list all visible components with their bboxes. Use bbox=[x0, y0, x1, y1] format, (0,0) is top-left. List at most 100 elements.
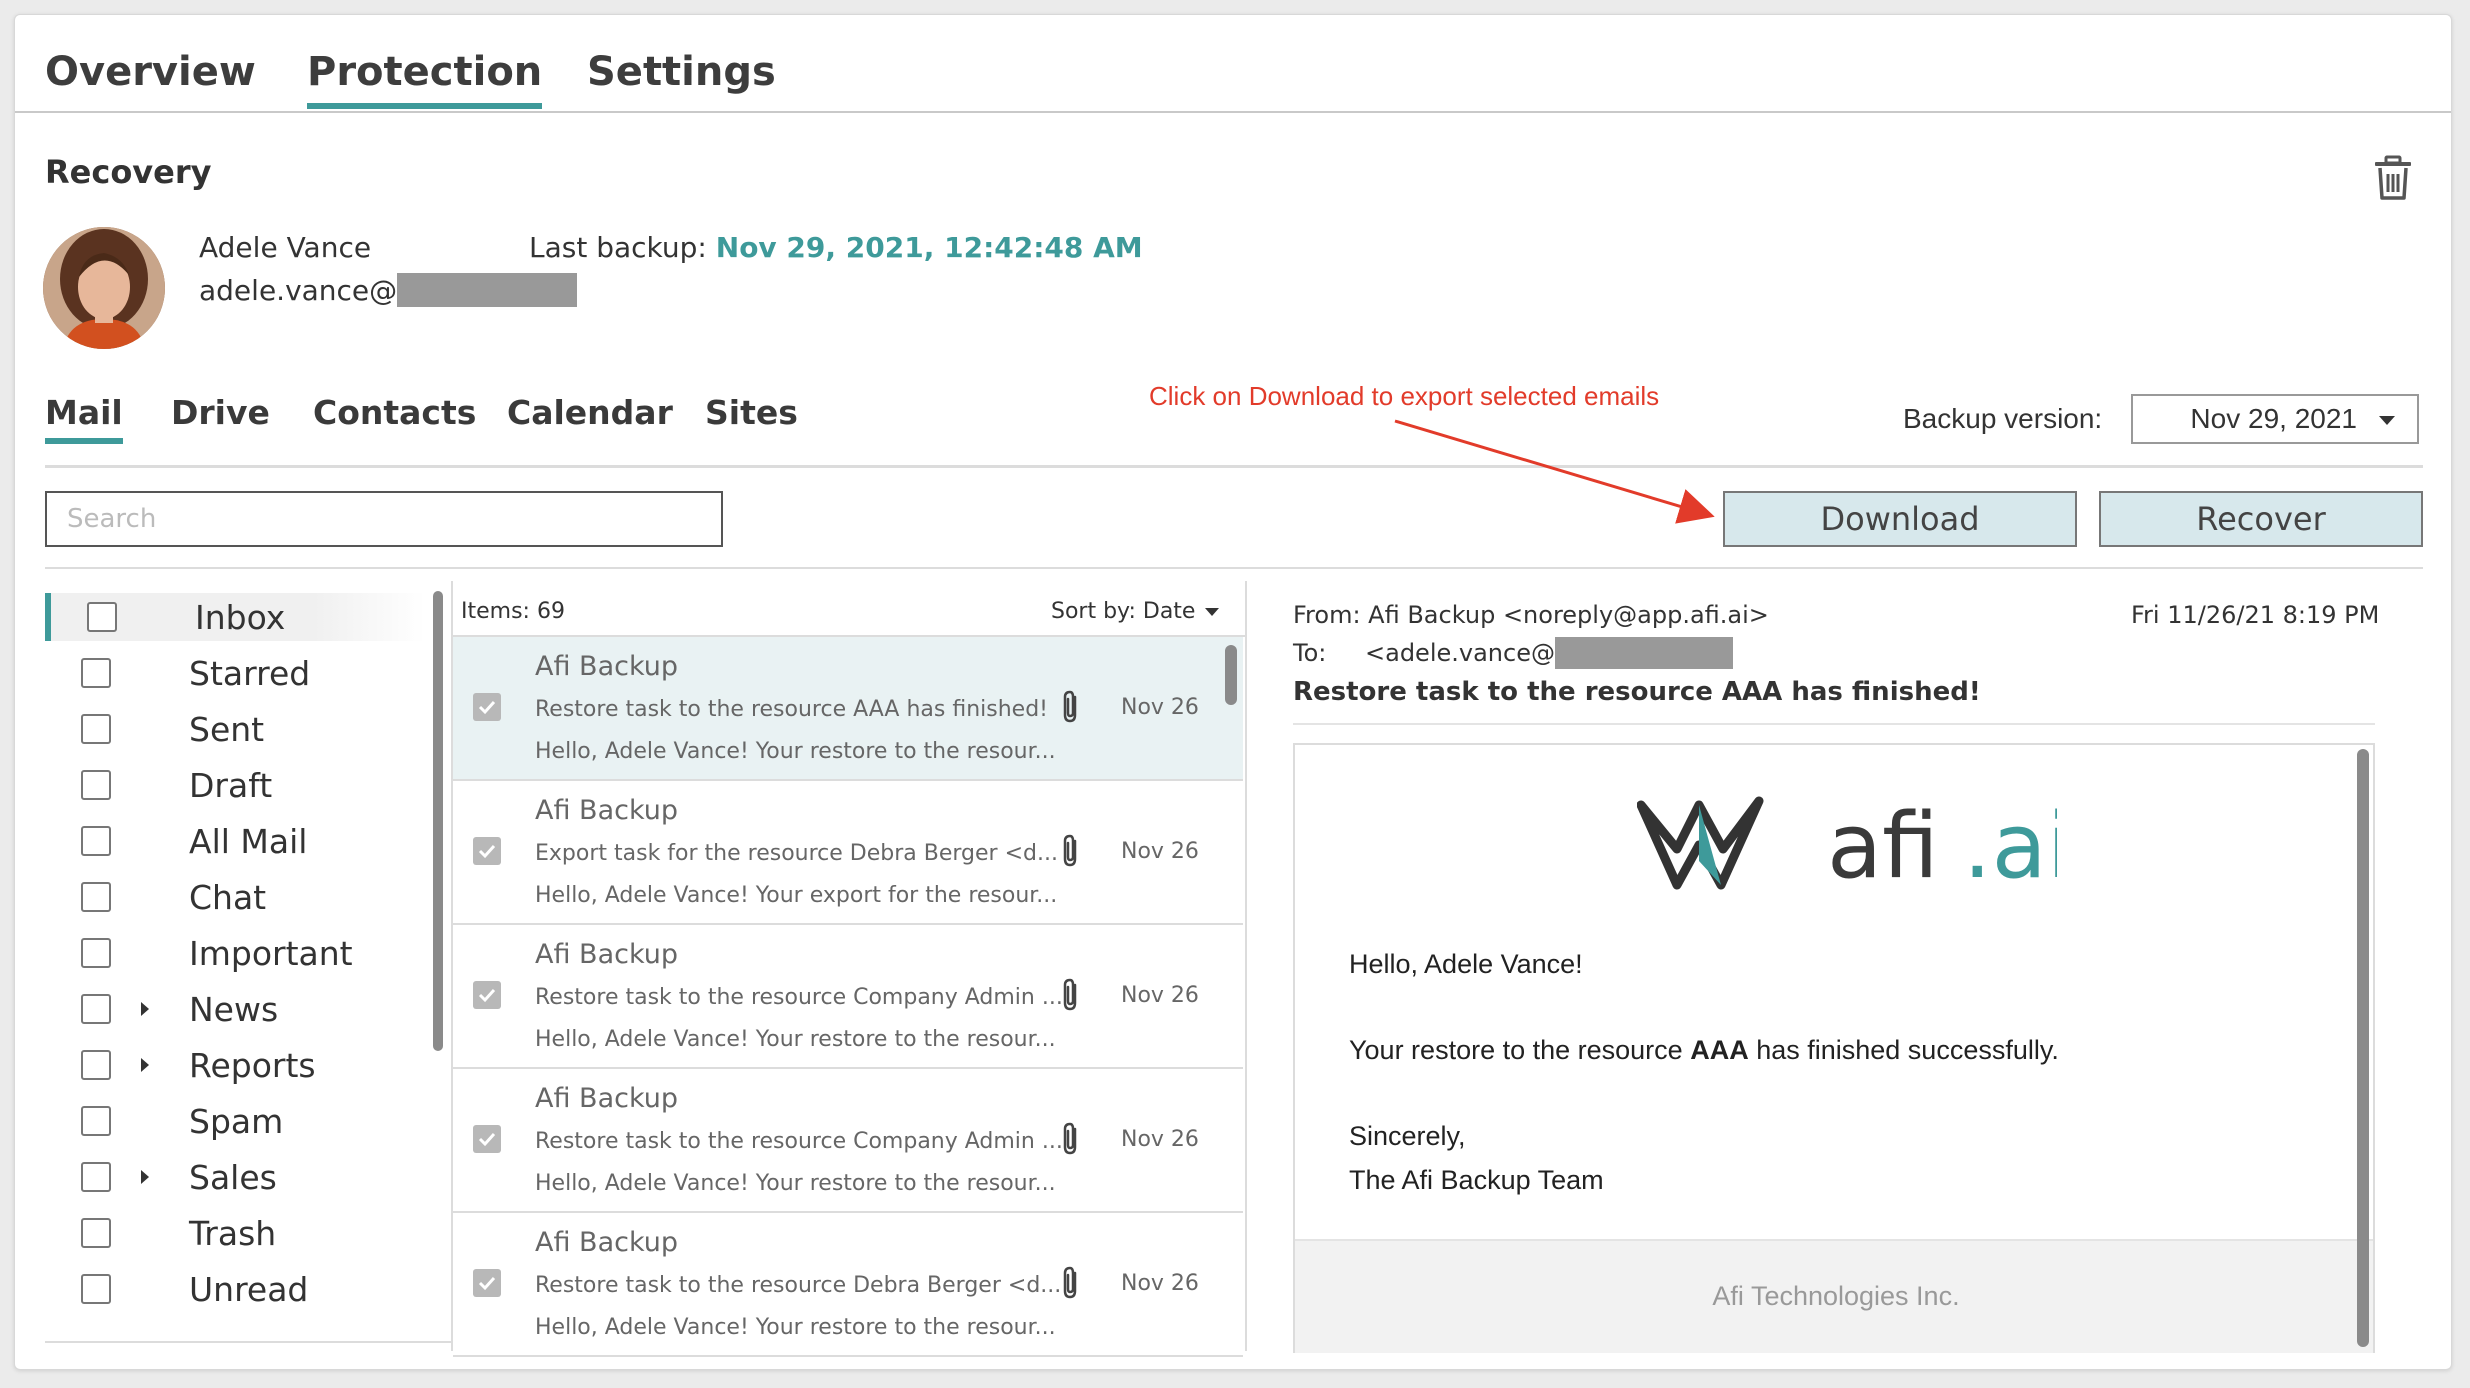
folder-label: All Mail bbox=[189, 821, 308, 861]
check-icon bbox=[478, 844, 496, 859]
folder-label: Reports bbox=[189, 1045, 316, 1085]
email-text-post: has finished successfully. bbox=[1748, 1035, 2059, 1065]
folder-label: Unread bbox=[189, 1269, 309, 1309]
paperclip-icon bbox=[1063, 690, 1077, 723]
backup-version-label: Backup version: bbox=[1903, 403, 2103, 434]
folder-item-sent[interactable]: Sent bbox=[45, 705, 425, 753]
subtab-contacts[interactable]: Contacts bbox=[313, 393, 476, 432]
folder-checkbox[interactable] bbox=[81, 714, 111, 744]
message-preview: Hello, Adele Vance! Your restore to the … bbox=[535, 739, 1056, 764]
folder-checkbox[interactable] bbox=[81, 1218, 111, 1248]
message-checkbox[interactable] bbox=[473, 981, 501, 1009]
folder-checkbox[interactable] bbox=[87, 602, 117, 632]
folder-label: Sent bbox=[189, 709, 265, 749]
sort-dropdown[interactable]: Sort by: Date bbox=[1051, 599, 1220, 624]
folder-item-chat[interactable]: Chat bbox=[45, 873, 425, 921]
message-date: Nov 26 bbox=[1121, 839, 1199, 864]
folder-item-all-mail[interactable]: All Mail bbox=[45, 817, 425, 865]
paperclip-icon bbox=[1063, 1266, 1077, 1299]
tab-protection[interactable]: Protection bbox=[307, 49, 543, 109]
folder-checkbox[interactable] bbox=[81, 1050, 111, 1080]
message-preview: Hello, Adele Vance! Your restore to the … bbox=[535, 1027, 1056, 1052]
folder-checkbox[interactable] bbox=[81, 938, 111, 968]
backup-version-select[interactable]: Nov 29, 2021 bbox=[2131, 394, 2419, 444]
download-button[interactable]: Download bbox=[1723, 491, 2077, 547]
preview-scrollbar[interactable] bbox=[2357, 749, 2369, 1347]
message-row[interactable]: Afi Backup Restore task to the resource D… bbox=[453, 1213, 1243, 1357]
folder-item-trash[interactable]: Trash bbox=[45, 1209, 425, 1257]
tab-settings[interactable]: Settings bbox=[587, 49, 776, 95]
preview-date: Fri 11/26/21 8:19 PM bbox=[2131, 601, 2380, 629]
folder-checkbox[interactable] bbox=[81, 826, 111, 856]
user-name: Adele Vance bbox=[199, 231, 372, 264]
message-date: Nov 26 bbox=[1121, 695, 1199, 720]
folder-scrollbar[interactable] bbox=[433, 591, 443, 1051]
afi-logo: afi .ai bbox=[1637, 794, 2057, 895]
folder-item-unread[interactable]: Unread bbox=[45, 1265, 425, 1313]
subtab-drive[interactable]: Drive bbox=[171, 393, 270, 432]
message-checkbox[interactable] bbox=[473, 693, 501, 721]
folder-item-inbox[interactable]: Inbox bbox=[45, 593, 425, 641]
sort-label: Sort by: Date bbox=[1051, 599, 1196, 624]
message-row[interactable]: Afi Backup Restore task to the resource C… bbox=[453, 1069, 1243, 1213]
preview-to: To: <adele.vance@ bbox=[1293, 637, 1733, 669]
subtab-sites[interactable]: Sites bbox=[705, 393, 798, 432]
search-input[interactable] bbox=[45, 491, 723, 547]
recover-button[interactable]: Recover bbox=[2099, 491, 2423, 547]
subtab-mail[interactable]: Mail bbox=[45, 393, 123, 444]
message-subject: Restore task to the resource Company Adm… bbox=[535, 1129, 1063, 1154]
message-checkbox[interactable] bbox=[473, 1125, 501, 1153]
folder-checkbox[interactable] bbox=[81, 1106, 111, 1136]
folder-item-reports[interactable]: Reports bbox=[45, 1041, 425, 1089]
svg-text:afi: afi bbox=[1827, 794, 1939, 895]
last-backup-label: Last backup: bbox=[529, 231, 707, 264]
message-row[interactable]: Afi Backup Restore task to the resource C… bbox=[453, 925, 1243, 1069]
folder-item-starred[interactable]: Starred bbox=[45, 649, 425, 697]
folder-checkbox[interactable] bbox=[81, 1162, 111, 1192]
folder-checkbox[interactable] bbox=[81, 994, 111, 1024]
message-date: Nov 26 bbox=[1121, 983, 1199, 1008]
folder-item-news[interactable]: News bbox=[45, 985, 425, 1033]
tab-overview[interactable]: Overview bbox=[45, 49, 256, 95]
message-date: Nov 26 bbox=[1121, 1271, 1199, 1296]
folder-checkbox[interactable] bbox=[81, 882, 111, 912]
preview-to-address: <adele.vance@ bbox=[1365, 639, 1555, 667]
expand-triangle-icon[interactable] bbox=[141, 1002, 149, 1016]
expand-triangle-icon[interactable] bbox=[141, 1058, 149, 1072]
chevron-down-icon bbox=[2379, 416, 2395, 425]
folder-item-sales[interactable]: Sales bbox=[45, 1153, 425, 1201]
email-footer: Afi Technologies Inc. bbox=[1295, 1239, 2373, 1353]
folder-checkbox[interactable] bbox=[81, 1274, 111, 1304]
message-subject: Restore task to the resource AAA has fin… bbox=[535, 697, 1048, 722]
preview-from: From: Afi Backup <noreply@app.afi.ai> bbox=[1293, 601, 1769, 629]
folder-item-spam[interactable]: Spam bbox=[45, 1097, 425, 1145]
annotation-text: Click on Download to export selected ema… bbox=[1149, 381, 1660, 411]
message-row[interactable]: Afi Backup Restore task to the resource A… bbox=[453, 637, 1243, 781]
email-text-pre: Your restore to the resource bbox=[1349, 1035, 1691, 1065]
message-checkbox[interactable] bbox=[473, 837, 501, 865]
message-subject: Restore task to the resource Debra Berge… bbox=[535, 1273, 1062, 1298]
folder-checkbox[interactable] bbox=[81, 770, 111, 800]
folder-label: Starred bbox=[189, 653, 311, 693]
message-preview: Hello, Adele Vance! Your restore to the … bbox=[535, 1315, 1056, 1340]
folder-label: Sales bbox=[189, 1157, 277, 1197]
folder-item-important[interactable]: Important bbox=[45, 929, 425, 977]
subtab-calendar[interactable]: Calendar bbox=[507, 393, 673, 432]
message-list-scrollbar[interactable] bbox=[1225, 645, 1237, 705]
avatar bbox=[43, 227, 165, 349]
folder-label: Important bbox=[189, 933, 353, 973]
folder-label: News bbox=[189, 989, 279, 1029]
email-greeting: Hello, Adele Vance! bbox=[1349, 949, 1583, 979]
message-checkbox[interactable] bbox=[473, 1269, 501, 1297]
svg-text:.ai: .ai bbox=[1963, 794, 2057, 895]
message-row[interactable]: Afi Backup Export task for the resource D… bbox=[453, 781, 1243, 925]
folder-item-draft[interactable]: Draft bbox=[45, 761, 425, 809]
folder-checkbox[interactable] bbox=[81, 658, 111, 688]
user-email-text: adele.vance@ bbox=[199, 273, 398, 307]
expand-triangle-icon[interactable] bbox=[141, 1170, 149, 1184]
redacted-domain bbox=[1554, 637, 1733, 669]
folder-label: Inbox bbox=[195, 597, 286, 637]
chevron-down-icon bbox=[1205, 608, 1220, 616]
email-text: Your restore to the resource AAA has fin… bbox=[1349, 1035, 2059, 1066]
trash-icon[interactable] bbox=[2373, 155, 2413, 201]
